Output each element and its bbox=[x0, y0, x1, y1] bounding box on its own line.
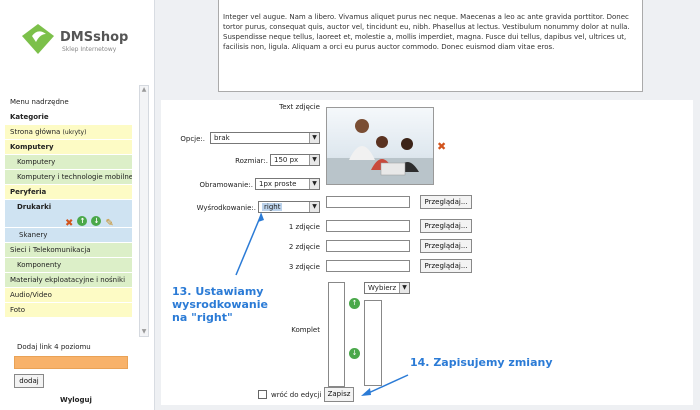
annotation-step14: 14. Zapisujemy zmiany bbox=[410, 356, 553, 369]
annotation-step13: 13. Ustawiamy wysrodkowanie na "right" bbox=[172, 285, 268, 324]
annotation-arrows bbox=[235, 212, 409, 396]
page: DMSshop Sklep Internetowy Menu nadrzędne… bbox=[0, 0, 700, 410]
